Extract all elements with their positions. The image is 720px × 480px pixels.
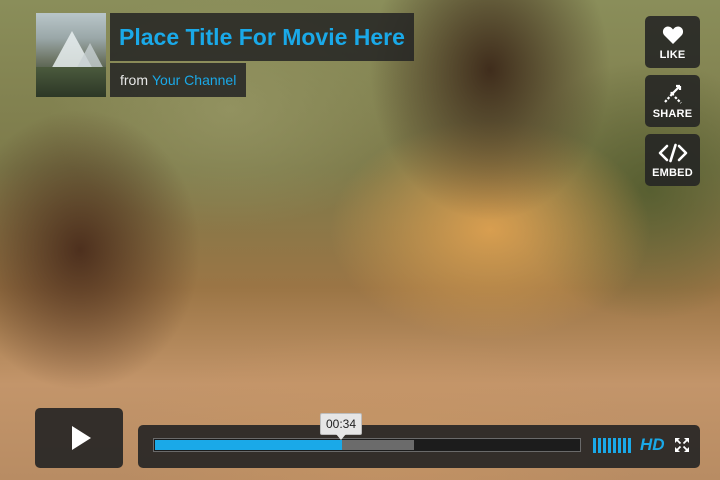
current-time-tooltip: 00:34 bbox=[319, 413, 363, 440]
volume-bar[interactable] bbox=[623, 438, 626, 453]
share-icon bbox=[662, 83, 684, 105]
channel-thumbnail[interactable] bbox=[36, 13, 106, 97]
byline-prefix: from bbox=[120, 72, 148, 88]
volume-bar[interactable] bbox=[618, 438, 621, 453]
embed-button[interactable]: EMBED bbox=[645, 134, 700, 186]
volume-control[interactable] bbox=[593, 437, 633, 453]
progress-bar[interactable] bbox=[153, 438, 581, 452]
hd-toggle[interactable]: HD bbox=[640, 435, 665, 455]
volume-bar[interactable] bbox=[608, 438, 611, 453]
embed-label: EMBED bbox=[652, 166, 693, 179]
share-label: SHARE bbox=[652, 107, 693, 120]
channel-link[interactable]: Your Channel bbox=[152, 72, 236, 88]
video-title-box[interactable]: Place Title For Movie Here bbox=[110, 13, 414, 61]
volume-bar[interactable] bbox=[598, 438, 601, 453]
played-progress bbox=[155, 440, 342, 450]
volume-bar[interactable] bbox=[613, 438, 616, 453]
play-icon bbox=[71, 426, 91, 450]
embed-code-icon bbox=[658, 142, 688, 164]
fullscreen-icon[interactable] bbox=[674, 437, 690, 453]
like-button[interactable]: LIKE bbox=[645, 16, 700, 68]
share-button[interactable]: SHARE bbox=[645, 75, 700, 127]
video-player[interactable]: Place Title For Movie Here from Your Cha… bbox=[0, 0, 720, 480]
control-bar: HD bbox=[138, 425, 700, 468]
play-button[interactable] bbox=[35, 408, 123, 468]
video-title[interactable]: Place Title For Movie Here bbox=[119, 24, 405, 51]
byline: from Your Channel bbox=[110, 63, 247, 97]
volume-bar[interactable] bbox=[628, 438, 631, 453]
like-label: LIKE bbox=[659, 48, 686, 61]
heart-icon bbox=[662, 24, 684, 46]
volume-bar[interactable] bbox=[603, 438, 606, 453]
volume-bar[interactable] bbox=[593, 438, 596, 453]
